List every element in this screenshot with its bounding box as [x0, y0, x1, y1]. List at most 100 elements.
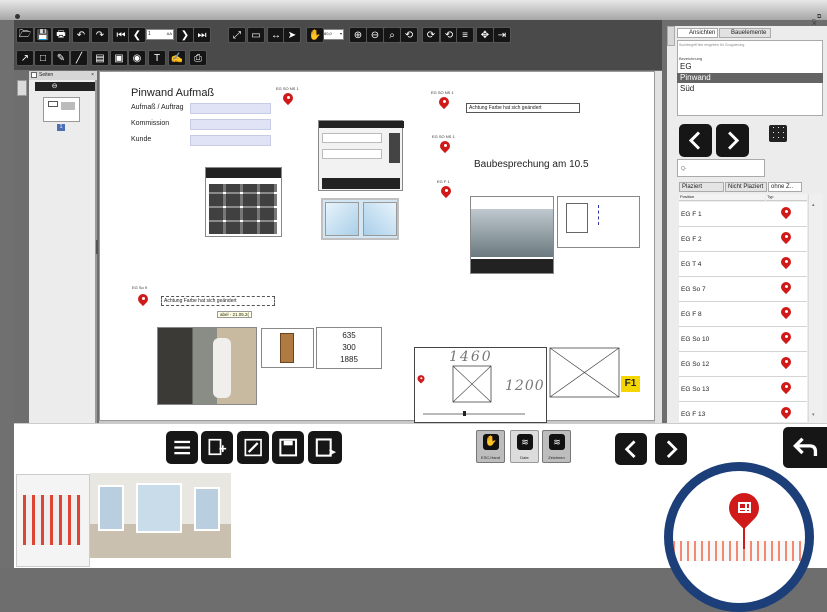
line-icon[interactable]: ╱ [70, 50, 88, 66]
drawing-image[interactable] [557, 196, 640, 248]
zoom-in-icon[interactable]: ⊕ [349, 27, 367, 43]
view-item-pinwand[interactable]: Pinwand [677, 73, 823, 83]
undo-icon[interactable]: ↶ [72, 27, 90, 43]
zoom-out-icon[interactable]: ⊖ [366, 27, 384, 43]
measurements-box[interactable]: 635 300 1885 [316, 327, 382, 369]
rectangle-icon[interactable]: □ [34, 50, 52, 66]
back-button[interactable] [783, 427, 827, 468]
mode-hand-button[interactable]: ✋ ESC,Hand [476, 430, 505, 463]
f1-badge[interactable]: F1 [621, 376, 640, 392]
element-row[interactable]: EG F 8 [679, 302, 807, 327]
note-box[interactable]: Achtung Farbe hat sich geändert [161, 296, 275, 306]
sketch-window[interactable] [549, 347, 620, 398]
last-page-icon[interactable]: ⏭ [193, 27, 211, 43]
stamp-icon[interactable]: ⎙ [189, 50, 207, 66]
magnifier-lens[interactable] [664, 462, 814, 612]
zoom-reset-icon[interactable]: ⟲ [400, 27, 418, 43]
next-page-icon[interactable]: ❯ [176, 27, 194, 43]
mode-date-button[interactable]: ≋ Date [510, 430, 539, 463]
split-icon[interactable]: ⇥ [493, 27, 511, 43]
element-row[interactable]: EG T 4 [679, 252, 807, 277]
tab-bauelemente[interactable]: Bauelemente [719, 28, 771, 38]
add-page-button[interactable] [201, 431, 233, 464]
save-as-button[interactable] [308, 431, 342, 464]
previous-view-button[interactable] [679, 124, 712, 157]
canvas-scrollbar[interactable] [655, 71, 662, 423]
zoom-select-icon[interactable]: ⌕ [383, 27, 401, 43]
save-button[interactable] [272, 431, 304, 464]
sketch-drawing[interactable]: 1460 1200 [414, 347, 547, 423]
order-field[interactable] [190, 103, 271, 114]
signature-icon[interactable]: ✍ [168, 50, 186, 66]
tab-nicht-plaziert[interactable]: Nicht Plaziert [725, 182, 767, 192]
page-number-field[interactable]: 1 AA [146, 29, 174, 40]
installer-photo-image[interactable] [157, 327, 257, 405]
element-row[interactable]: EG F 13 [679, 402, 807, 422]
element-row[interactable]: EG F 2 [679, 227, 807, 252]
element-row[interactable]: EG F 1 [679, 202, 807, 227]
customer-field[interactable] [190, 135, 271, 146]
location-pin-icon[interactable] [436, 94, 452, 111]
panel-splitter[interactable] [96, 240, 98, 254]
list-icon[interactable]: ≡ [456, 27, 474, 43]
list-button[interactable] [166, 431, 198, 464]
page-thumbnail[interactable] [43, 97, 80, 122]
location-pin-icon[interactable] [280, 90, 296, 107]
element-row[interactable]: EG So 10 [679, 327, 807, 352]
photo-grid-image[interactable] [205, 167, 282, 237]
location-pin-icon[interactable] [437, 138, 453, 155]
pointer-icon[interactable]: ➤ [283, 27, 301, 43]
list-header: Bezeichnung [679, 56, 703, 61]
tab-ohne-z[interactable]: ohne Z.. [768, 182, 802, 192]
arrow-icon[interactable]: ↗ [16, 50, 34, 66]
view-item-sued[interactable]: Süd [677, 84, 823, 94]
element-row[interactable]: EG So 12 [679, 352, 807, 377]
mode-draw-button[interactable]: ≋ Zeichnen [542, 430, 571, 463]
previous-button[interactable] [615, 433, 647, 465]
element-row[interactable]: EG So 7 [679, 277, 807, 302]
pen-icon[interactable]: ✎ [52, 50, 70, 66]
col-position-header[interactable]: Position [679, 194, 765, 201]
col-type-header[interactable]: Typ [766, 194, 807, 201]
door-image[interactable] [261, 328, 314, 368]
previous-page-icon[interactable]: ❮ [128, 27, 146, 43]
print-icon[interactable]: 🖶 [52, 27, 70, 43]
grid-view-icon[interactable] [769, 125, 787, 142]
commission-field[interactable] [190, 119, 271, 130]
element-search-input[interactable]: Q- [677, 159, 765, 177]
globe-icon[interactable]: ◉ [128, 50, 146, 66]
app-screenshot-image[interactable] [318, 120, 404, 191]
save-icon[interactable]: 💾 [34, 27, 52, 43]
zoom-page-icon[interactable]: ▭ [247, 27, 265, 43]
pages-side-tab[interactable] [17, 80, 27, 96]
text-icon[interactable]: T [148, 50, 166, 66]
redo-icon[interactable]: ↷ [91, 27, 109, 43]
location-pin-icon[interactable] [416, 373, 426, 385]
folder-open-icon[interactable]: 🗁 [16, 27, 34, 43]
right-panel-side-tab[interactable] [667, 26, 675, 46]
document-icon[interactable]: ▤ [91, 50, 109, 66]
hand-tool-icon[interactable]: ✋ [306, 27, 324, 43]
location-pin-icon[interactable] [135, 291, 151, 308]
floorplan-thumbnail[interactable] [16, 474, 90, 567]
rotate-cw-icon[interactable]: ⟳ [422, 27, 440, 43]
tab-ansichten[interactable]: Ansichten [677, 28, 718, 38]
edit-button[interactable] [237, 431, 269, 464]
view-item-eg[interactable]: EG [677, 62, 823, 72]
tab-plaziert[interactable]: Plaziert [679, 182, 724, 192]
balcony-photo-image[interactable] [470, 196, 554, 274]
element-row[interactable]: EG So 13 [679, 377, 807, 402]
zoom-out-icon[interactable]: ⊖ [50, 82, 59, 91]
next-button[interactable] [655, 433, 687, 465]
note-box[interactable]: Achtung Farbe hat sich geändert [466, 103, 580, 113]
zoom-dropdown[interactable]: 80,0 ▾ [322, 29, 344, 40]
next-view-button[interactable] [716, 124, 749, 157]
room-photo-thumbnail[interactable] [90, 473, 231, 558]
window-image[interactable] [321, 198, 399, 240]
location-pin-icon[interactable] [438, 183, 454, 200]
photo-icon[interactable]: ▣ [110, 50, 128, 66]
zoom-fit-icon[interactable]: ⤢ [228, 27, 246, 43]
close-icon[interactable]: × [91, 72, 94, 78]
pan-icon[interactable]: ✥ [476, 27, 494, 43]
element-list-scrollbar[interactable]: ▴ ▾ [808, 194, 823, 422]
